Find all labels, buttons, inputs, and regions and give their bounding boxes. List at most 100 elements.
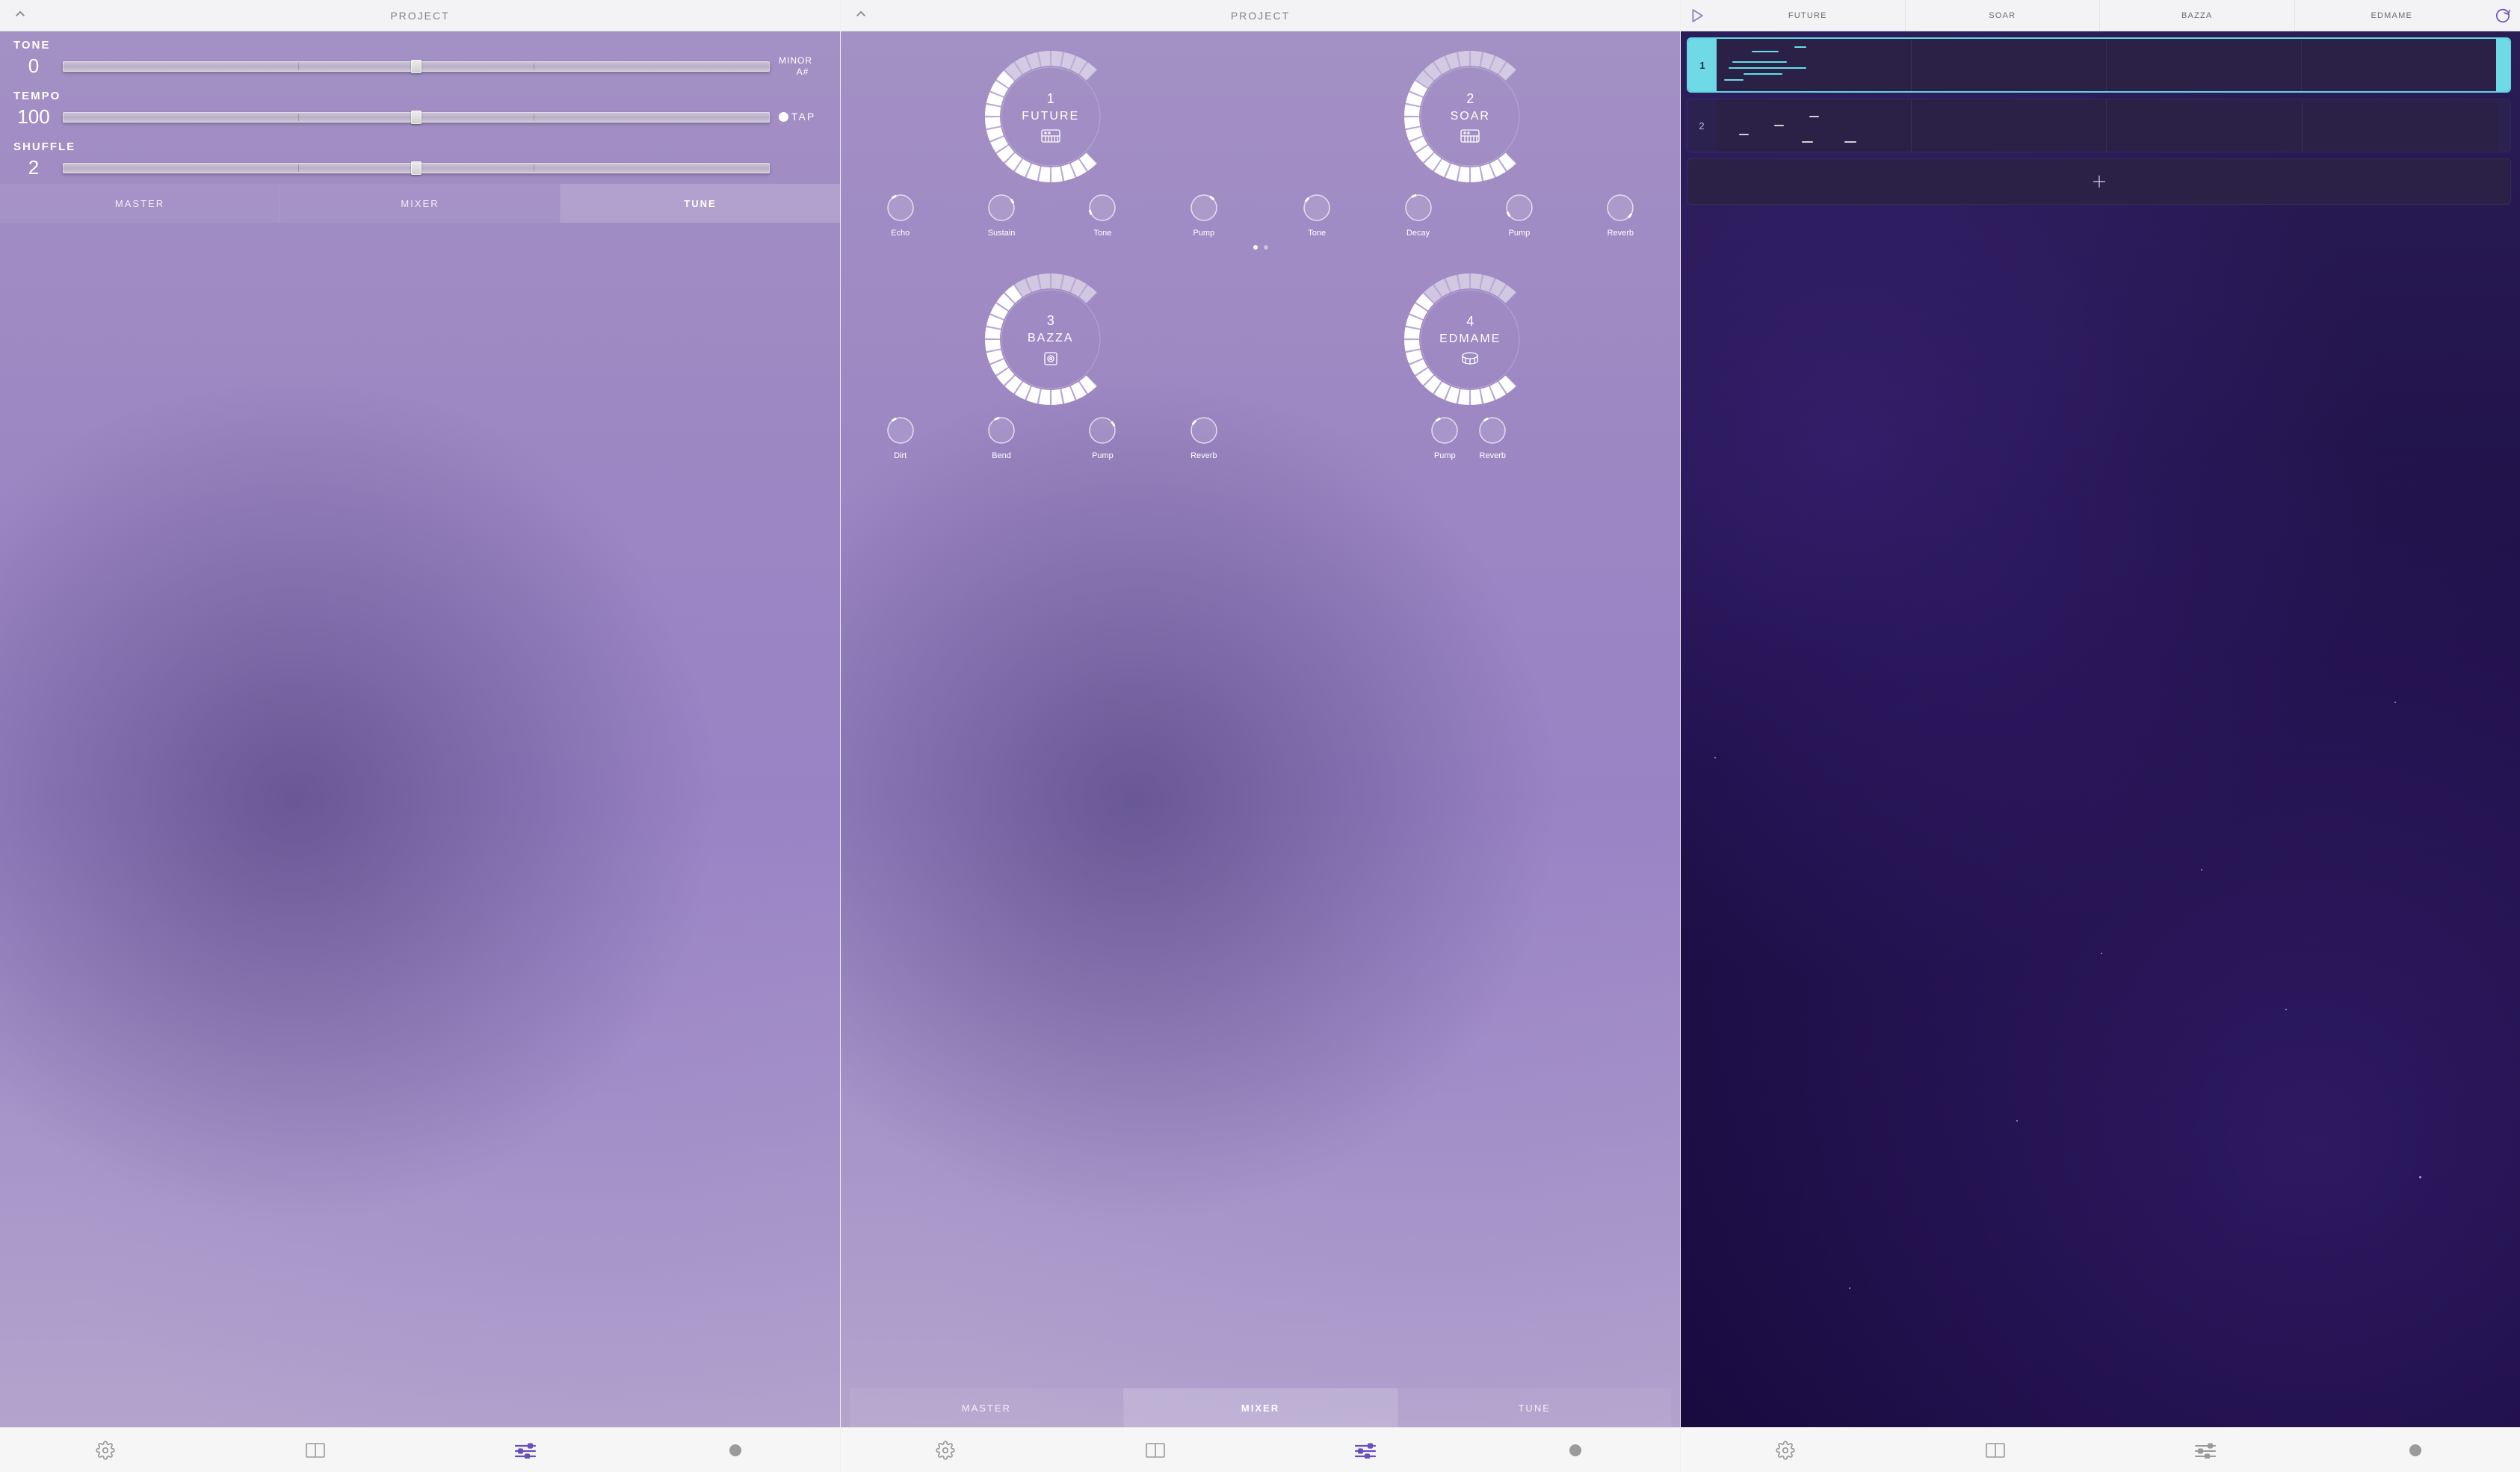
library-button[interactable] [1140, 1435, 1170, 1465]
knob-sustain[interactable]: Sustain [983, 193, 1019, 238]
knob-tone[interactable]: Tone [1084, 193, 1120, 238]
track-end-handle[interactable] [2496, 39, 2510, 91]
project-title-2: PROJECT [1231, 10, 1290, 22]
shuffle-label: SHUFFLE [13, 140, 827, 153]
mode-tune[interactable]: TUNE [560, 184, 840, 223]
settings-button[interactable] [1770, 1435, 1800, 1465]
clip-cell[interactable] [1911, 99, 2107, 152]
add-track-button[interactable] [1687, 158, 2511, 205]
dial-bazza-ring[interactable]: 3 BAZZA [976, 265, 1125, 414]
tab-bazza[interactable]: BAZZA [2099, 0, 2294, 31]
bottom-toolbar-2 [841, 1427, 1680, 1472]
play-button[interactable] [1684, 0, 1711, 31]
knob-tone[interactable]: Tone [1299, 193, 1335, 238]
settings-button[interactable] [90, 1435, 120, 1465]
shuffle-value: 2 [13, 156, 54, 179]
knob-bend[interactable]: Bend [983, 415, 1019, 460]
tab-soar[interactable]: SOAR [1905, 0, 2100, 31]
tempo-slider[interactable] [63, 112, 770, 123]
knob-pump[interactable]: Pump [1084, 415, 1120, 460]
bottom-toolbar [0, 1427, 840, 1472]
settings-button[interactable] [930, 1435, 960, 1465]
track-num-1: 1 [1688, 39, 1717, 91]
knob-pump[interactable]: Pump [1186, 193, 1222, 238]
record-button[interactable] [720, 1435, 750, 1465]
dial-future: 1 FUTURE [976, 42, 1125, 191]
pane-arrange: FUTURE SOAR BAZZA EDMAME 1 [1680, 0, 2520, 1472]
arrange-body: 1 2 [1681, 31, 2520, 1427]
knob-pump[interactable]: Pump [1427, 415, 1463, 460]
record-button[interactable] [1560, 1435, 1590, 1465]
record-icon [2409, 1444, 2421, 1456]
topbar-project-2: PROJECT [841, 0, 1680, 31]
tune-body: TONE 0 MINOR A# TEMPO 100 [0, 31, 840, 1427]
page-dot-2[interactable] [1264, 245, 1268, 250]
clip-cell[interactable] [2106, 99, 2302, 152]
dial-edmame-ring[interactable]: 4 EDMAME [1395, 265, 1545, 414]
page-dots[interactable] [850, 245, 1671, 250]
dial-bazza: 3 BAZZA [976, 265, 1125, 414]
mode-master-2[interactable]: MASTER [850, 1388, 1124, 1427]
knob-row-bottom: Dirt Bend Pump Reverb Pump Reverb [850, 415, 1671, 460]
dial-row-top: 1 FUTURE 2 SOAR [850, 42, 1671, 191]
knob-pump[interactable]: Pump [1501, 193, 1537, 238]
mode-mixer-2[interactable]: MIXER [1124, 1388, 1398, 1427]
library-button[interactable] [300, 1435, 330, 1465]
scale-display[interactable]: MINOR A# [779, 55, 827, 77]
clip-cell[interactable] [1717, 39, 1911, 91]
clip-cell[interactable] [2106, 39, 2301, 91]
chevron-up-icon[interactable] [13, 7, 27, 23]
tone-slider[interactable] [63, 61, 770, 72]
dial-row-bottom: 3 BAZZA 4 EDMAME [850, 265, 1671, 414]
tap-tempo-button[interactable]: TAP [779, 111, 827, 123]
dial-edmame: 4 EDMAME [1395, 265, 1545, 414]
chevron-up-icon[interactable] [854, 7, 868, 23]
knob-decay[interactable]: Decay [1400, 193, 1436, 238]
knob-reverb[interactable]: Reverb [1186, 415, 1222, 460]
tone-label: TONE [13, 39, 827, 52]
track-end-handle[interactable] [2497, 99, 2510, 152]
track-row-2[interactable]: 2 [1687, 99, 2511, 152]
track-row-1[interactable]: 1 [1687, 37, 2511, 93]
track-cells-1 [1717, 39, 2496, 91]
tab-edmame[interactable]: EDMAME [2294, 0, 2489, 31]
mode-bar-2: MASTER MIXER TUNE [850, 1388, 1671, 1427]
clip-cell[interactable] [1716, 99, 1911, 152]
dial-soar: 2 SOAR [1395, 42, 1545, 191]
tone-value: 0 [13, 55, 54, 78]
clip-cell[interactable] [2302, 99, 2498, 152]
shuffle-section: SHUFFLE 2 [0, 133, 840, 184]
tab-future[interactable]: FUTURE [1711, 0, 1905, 31]
dial-soar-ring[interactable]: 2 SOAR [1395, 42, 1545, 191]
track-num-2: 2 [1687, 99, 1716, 152]
track-tabs: FUTURE SOAR BAZZA EDMAME [1711, 0, 2489, 31]
shuffle-slider[interactable] [63, 163, 770, 173]
sliders-button[interactable] [510, 1435, 540, 1465]
track-cells-2 [1716, 99, 2497, 152]
mode-bar: MASTER MIXER TUNE [0, 184, 840, 223]
knob-reverb[interactable]: Reverb [1474, 415, 1510, 460]
tempo-section: TEMPO 100 TAP [0, 82, 840, 133]
mode-master[interactable]: MASTER [0, 184, 280, 223]
mode-mixer[interactable]: MIXER [280, 184, 560, 223]
tempo-label: TEMPO [13, 90, 827, 102]
topbar-tracks: FUTURE SOAR BAZZA EDMAME [1681, 0, 2520, 31]
record-icon [1569, 1444, 1581, 1456]
clip-cell[interactable] [2301, 39, 2496, 91]
pane-tune: PROJECT TONE 0 MINOR A# TEMPO 100 [0, 0, 840, 1472]
sliders-button[interactable] [1350, 1435, 1380, 1465]
clip-cell[interactable] [1911, 39, 2106, 91]
mode-tune-2[interactable]: TUNE [1398, 1388, 1671, 1427]
page-dot-1[interactable] [1253, 245, 1258, 250]
sync-button[interactable] [2489, 7, 2517, 24]
record-button[interactable] [2400, 1435, 2430, 1465]
knob-dirt[interactable]: Dirt [883, 415, 918, 460]
library-button[interactable] [1980, 1435, 2010, 1465]
dial-future-ring[interactable]: 1 FUTURE [976, 42, 1125, 191]
pane-mixer: PROJECT 1 FUTURE 2 SOAR [840, 0, 1680, 1472]
knob-echo[interactable]: Echo [883, 193, 918, 238]
sliders-button[interactable] [2190, 1435, 2220, 1465]
knob-reverb[interactable]: Reverb [1602, 193, 1638, 238]
mixer-body: 1 FUTURE 2 SOAR Echo [841, 31, 1680, 1427]
tempo-value: 100 [13, 105, 54, 129]
